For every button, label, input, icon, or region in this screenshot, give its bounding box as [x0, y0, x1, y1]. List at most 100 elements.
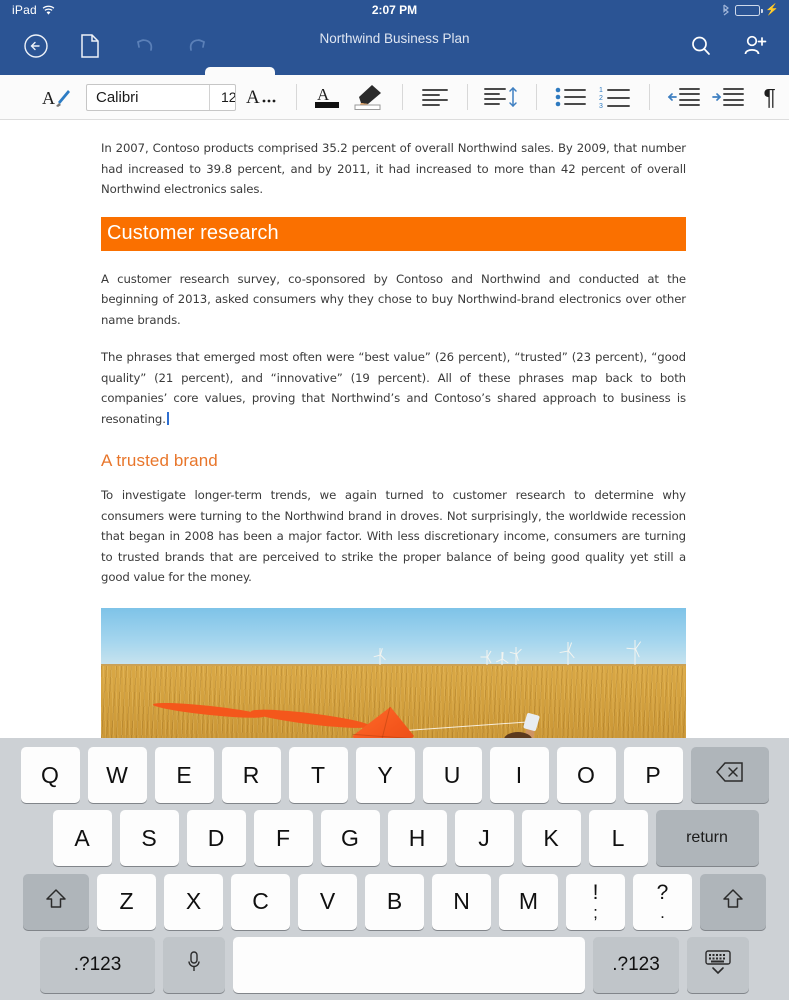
format-painter-icon[interactable]: A [42, 84, 72, 110]
backspace-icon [715, 761, 745, 789]
app-bar-right-icons [685, 30, 771, 62]
key-m[interactable]: M [499, 873, 558, 930]
key-j[interactable]: J [454, 810, 514, 867]
keyboard-row-3: Z X C V B N M ! ; ? . [4, 873, 785, 930]
wind-turbine-icon [373, 647, 386, 665]
microphone-icon [186, 949, 202, 981]
divider [649, 84, 651, 110]
key-h[interactable]: H [387, 810, 447, 867]
align-left-icon[interactable] [414, 86, 454, 108]
heading-a-trusted-brand: A trusted brand [101, 451, 218, 470]
svg-text:A: A [42, 88, 55, 108]
wind-turbine-icon [480, 649, 492, 665]
paragraph-3: The phrases that emerged most often were… [101, 350, 686, 426]
key-e[interactable]: E [154, 747, 214, 803]
key-g[interactable]: G [320, 810, 380, 867]
key-question-period[interactable]: ? . [633, 873, 692, 930]
hide-keyboard-key[interactable] [687, 936, 749, 993]
svg-text:A: A [246, 87, 260, 108]
key-k[interactable]: K [521, 810, 581, 867]
document-canvas[interactable]: In 2007, Contoso products comprised 35.2… [0, 120, 789, 740]
space-key[interactable] [233, 936, 585, 993]
key-d[interactable]: D [186, 810, 246, 867]
bullet-list-icon[interactable] [549, 86, 593, 108]
word-app-bar: Northwind Business Plan [0, 20, 789, 95]
key-exclamation-semicolon[interactable]: ! ; [566, 873, 625, 930]
highlighter-icon[interactable] [347, 82, 389, 112]
key-s[interactable]: S [119, 810, 179, 867]
hide-keyboard-icon [701, 948, 735, 982]
redo-icon[interactable] [182, 30, 214, 62]
font-size-input[interactable]: 12 [209, 84, 235, 110]
divider [295, 84, 297, 110]
numbers-key-right[interactable]: .?123 [593, 936, 679, 993]
back-icon[interactable] [20, 30, 52, 62]
font-formatting-icon[interactable]: A [242, 83, 286, 111]
shift-key-right[interactable] [700, 873, 766, 930]
show-paragraph-marks-icon[interactable]: ¶ [750, 84, 789, 111]
battery-icon [735, 4, 763, 16]
heading-customer-research: Customer research [101, 216, 686, 251]
decrease-indent-icon[interactable] [662, 86, 706, 108]
key-y[interactable]: Y [355, 747, 415, 803]
wind-turbine-icon [559, 641, 575, 665]
paragraph-1: In 2007, Contoso products comprised 35.2… [101, 141, 686, 196]
shift-key-left[interactable] [23, 873, 89, 930]
svg-text:1: 1 [599, 87, 603, 94]
svg-text:A: A [317, 85, 330, 104]
key-i[interactable]: I [489, 747, 549, 803]
undo-icon[interactable] [128, 30, 160, 62]
font-color-icon[interactable]: A [307, 82, 347, 112]
dictation-key[interactable] [163, 936, 225, 993]
add-person-icon[interactable] [739, 30, 771, 62]
ipad-word-screen: iPad 2:07 PM ⚡ Northwind Business Plan A… [0, 0, 789, 1000]
font-name-input[interactable]: Calibri [87, 85, 209, 110]
key-w[interactable]: W [87, 747, 147, 803]
numbers-key-left[interactable]: .?123 [40, 936, 155, 993]
key-u[interactable]: U [422, 747, 482, 803]
divider [466, 84, 468, 110]
return-key[interactable]: return [655, 810, 759, 867]
line-spacing-icon[interactable] [480, 85, 524, 109]
key-z[interactable]: Z [97, 873, 156, 930]
key-exclamation-label: ! [592, 881, 599, 905]
key-q[interactable]: Q [20, 747, 80, 803]
numbered-list-icon[interactable]: 1 2 3 [593, 85, 637, 109]
key-p[interactable]: P [623, 747, 683, 803]
key-x[interactable]: X [164, 873, 223, 930]
backspace-key[interactable] [690, 747, 769, 803]
key-b[interactable]: B [365, 873, 424, 930]
divider [535, 84, 537, 110]
key-n[interactable]: N [432, 873, 491, 930]
document-image-kite-field[interactable] [101, 607, 686, 740]
shift-up-arrow-icon [720, 886, 746, 918]
document-page: In 2007, Contoso products comprised 35.2… [0, 120, 789, 740]
font-control-group: Calibri 12 [86, 83, 236, 111]
key-c[interactable]: C [231, 873, 290, 930]
paragraph-2: A customer research survey, co-sponsored… [101, 271, 686, 327]
file-icon[interactable] [74, 30, 106, 62]
key-t[interactable]: T [288, 747, 348, 803]
app-bar-left-icons [20, 30, 214, 62]
status-bar-right: ⚡ [722, 4, 779, 16]
lightning-bolt-icon: ⚡ [765, 3, 779, 16]
key-a[interactable]: A [52, 810, 112, 867]
key-o[interactable]: O [556, 747, 616, 803]
key-f[interactable]: F [253, 810, 313, 867]
key-l[interactable]: L [588, 810, 648, 867]
bluetooth-icon [722, 4, 730, 16]
key-r[interactable]: R [221, 747, 281, 803]
search-icon[interactable] [685, 30, 717, 62]
key-semicolon-label: ; [593, 903, 598, 923]
svg-text:3: 3 [599, 103, 603, 109]
wind-turbine-icon [626, 639, 642, 665]
key-v[interactable]: V [298, 873, 357, 930]
ios-status-bar: iPad 2:07 PM ⚡ [0, 0, 789, 20]
svg-text:2: 2 [599, 95, 603, 102]
key-period-label: . [660, 903, 665, 923]
keyboard-row-1: Q W E R T Y U I O P [4, 747, 785, 803]
paragraph-4: To investigate longer-term trends, we ag… [101, 488, 686, 584]
increase-indent-icon[interactable] [706, 86, 750, 108]
text-cursor [166, 411, 169, 425]
wind-turbine-icon [495, 651, 509, 665]
